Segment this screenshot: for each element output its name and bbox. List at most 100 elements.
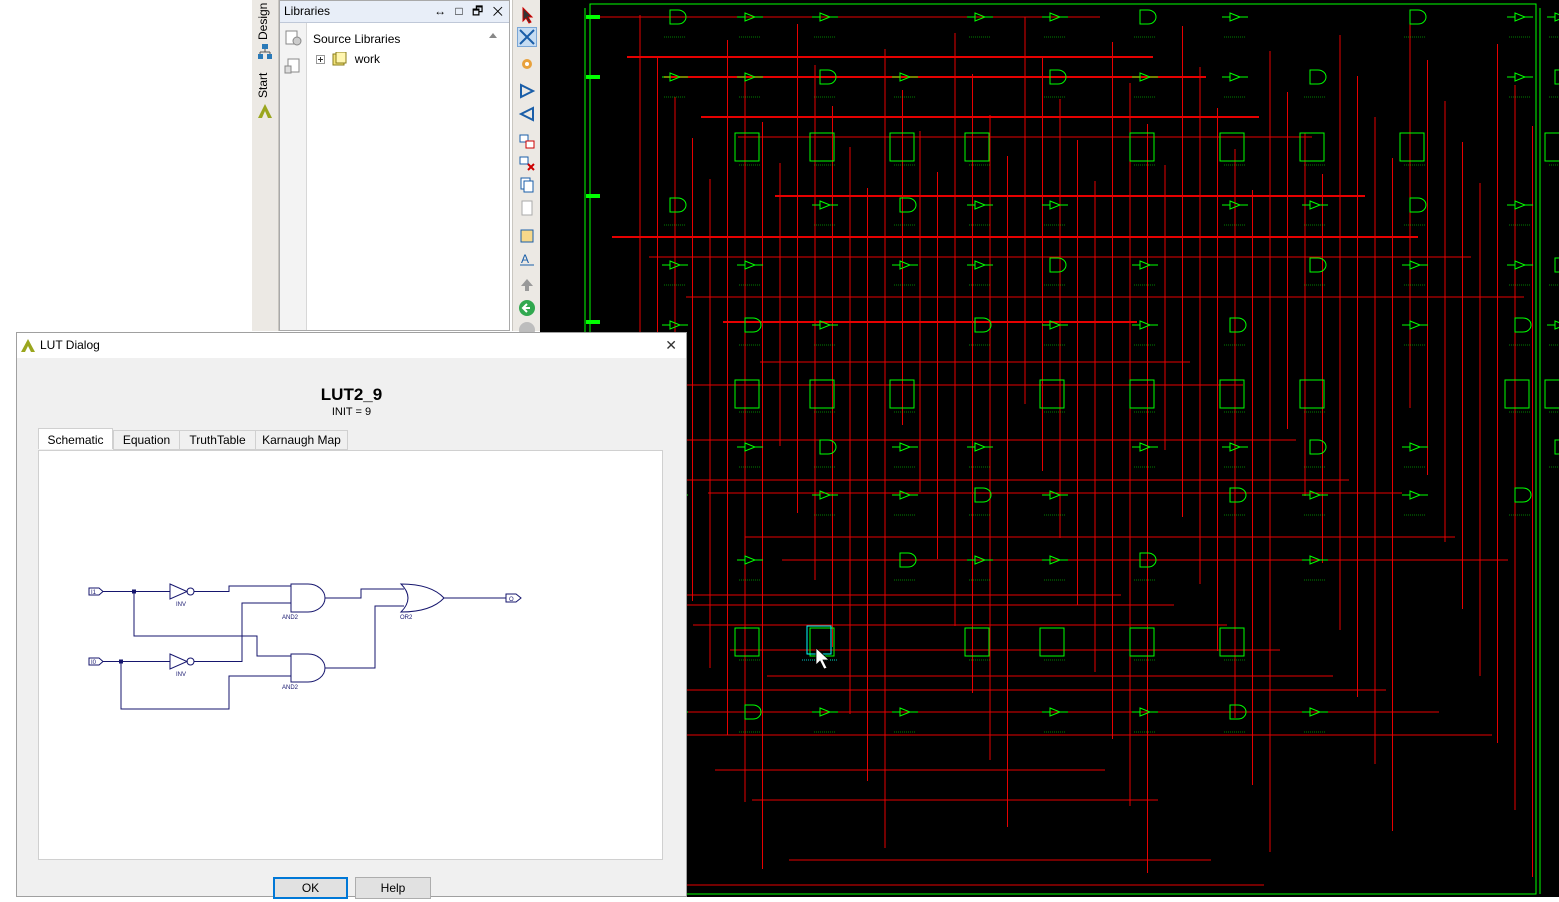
ok-button[interactable]: OK <box>273 877 348 899</box>
buffer-cell <box>744 260 757 270</box>
hierarchy-icon <box>258 44 272 59</box>
tab-schematic[interactable]: Schematic <box>38 428 113 449</box>
expand-forward-icon[interactable] <box>518 82 536 100</box>
buffer-cell <box>1554 320 1559 330</box>
buffer-cell <box>1409 490 1422 500</box>
buffer-cell <box>1139 442 1152 452</box>
lut-cell <box>1399 132 1425 162</box>
buffer-cell <box>1229 72 1242 82</box>
expand-backward-icon[interactable] <box>518 105 536 123</box>
start-tab[interactable]: Start <box>256 73 270 98</box>
libraries-toolbar <box>280 23 307 330</box>
tree-item-work[interactable]: work <box>316 49 400 69</box>
copy-icon[interactable] <box>518 176 536 194</box>
tab-truthtable[interactable]: TruthTable <box>179 430 256 450</box>
logic-cell <box>1554 439 1559 455</box>
logic-cell <box>1229 487 1247 503</box>
and2-bottom-label: AND2 <box>282 685 299 691</box>
lut-cell <box>964 627 990 657</box>
expand-icon[interactable] <box>316 55 325 64</box>
lut-cell <box>1544 132 1559 162</box>
add-sources-icon[interactable] <box>284 29 302 47</box>
and2-gate-top <box>290 583 326 613</box>
logic-cell <box>1554 69 1559 85</box>
inv-gate-bottom <box>169 653 189 670</box>
buffer-cell <box>744 555 757 565</box>
dialog-close-icon[interactable]: ✕ <box>665 333 677 358</box>
restore-icon[interactable]: 🗗 <box>472 4 486 18</box>
scroll-up-icon[interactable] <box>488 31 498 39</box>
buffer-cell <box>974 442 987 452</box>
buffer-cell <box>819 490 832 500</box>
buffer-cell <box>1309 200 1322 210</box>
move-up-icon[interactable] <box>518 276 536 294</box>
tab-karnaugh-map[interactable]: Karnaugh Map <box>255 430 348 450</box>
lut-logic-diagram: I1 I0 O INV INV AND2 AND2 OR2 <box>88 583 522 710</box>
lut-name-heading: LUT2_9 <box>320 385 383 404</box>
buffer-cell <box>1409 320 1422 330</box>
buffer-cell <box>899 260 912 270</box>
page-icon[interactable] <box>518 199 536 217</box>
or2-gate <box>399 583 445 613</box>
select-arrow-icon[interactable] <box>518 6 536 24</box>
lut-cell <box>1039 627 1065 657</box>
maximize-icon[interactable]: □ <box>455 4 465 18</box>
input-port <box>586 194 600 198</box>
netlist-schematic-canvas[interactable] <box>540 0 1559 897</box>
lut-cell <box>1544 379 1559 409</box>
fit-view-icon[interactable] <box>517 27 537 47</box>
lut-cell <box>734 379 760 409</box>
lut-cell <box>1299 379 1325 409</box>
buffer-cell <box>1139 320 1152 330</box>
lut-cell <box>809 379 835 409</box>
input-port <box>586 75 600 79</box>
logic-cell <box>1229 317 1247 333</box>
buffer-cell <box>1514 72 1527 82</box>
i1-label: I1 <box>91 590 97 596</box>
dialog-title: LUT Dialog <box>40 338 100 352</box>
tree-root-source-libraries[interactable]: Source Libraries <box>313 29 497 49</box>
design-tab[interactable]: Design <box>256 3 270 40</box>
svg-text:A: A <box>521 252 529 266</box>
buffer-cell <box>1309 490 1322 500</box>
lut-cell <box>1129 379 1155 409</box>
logic-cell <box>974 317 992 333</box>
add-to-view-icon[interactable] <box>518 132 536 150</box>
buffer-cell <box>899 490 912 500</box>
lut-dialog: LUT Dialog ✕ LUT2_9 INIT = 9 Schematic E… <box>16 332 687 899</box>
buffer-cell <box>1514 200 1527 210</box>
buffer-cell <box>974 200 987 210</box>
libraries-title: Libraries <box>284 4 331 18</box>
back-arrow-icon[interactable] <box>518 299 536 317</box>
xilinx-dialog-icon <box>21 339 35 352</box>
float-icon[interactable]: ↔ <box>434 4 449 18</box>
logic-cell <box>669 197 687 213</box>
or2-label: OR2 <box>400 615 413 621</box>
lut-cell <box>1129 627 1155 657</box>
inv-gate-top <box>169 583 189 600</box>
lut-cell <box>1219 627 1245 657</box>
close-icon[interactable]: ✕ <box>493 4 506 18</box>
input-port <box>586 15 600 19</box>
help-button[interactable]: Help <box>355 877 431 899</box>
logic-cell <box>1139 9 1157 25</box>
remove-from-view-icon[interactable] <box>518 154 536 172</box>
library-tree: Source Libraries work <box>313 29 497 69</box>
text-annotation-icon[interactable]: A <box>518 249 536 267</box>
tab-equation[interactable]: Equation <box>113 430 180 450</box>
logic-cell <box>1049 257 1067 273</box>
buffer-cell <box>1409 442 1422 452</box>
inv-bottom-label: INV <box>176 672 186 678</box>
buffer-cell <box>1409 260 1422 270</box>
buffer-cell <box>1514 12 1527 22</box>
libraries-title-bar: Libraries ↔ □ 🗗 ✕ <box>280 1 509 23</box>
rotate-icon[interactable] <box>518 227 536 245</box>
lut-cell <box>1504 379 1530 409</box>
settings-icon[interactable] <box>518 55 536 73</box>
output-label: O <box>509 597 514 603</box>
properties-icon[interactable] <box>284 57 302 75</box>
and2-top-label: AND2 <box>282 615 299 621</box>
buffer-cell <box>1049 490 1062 500</box>
logic-cell <box>1409 9 1427 25</box>
lut-cell <box>809 627 835 657</box>
